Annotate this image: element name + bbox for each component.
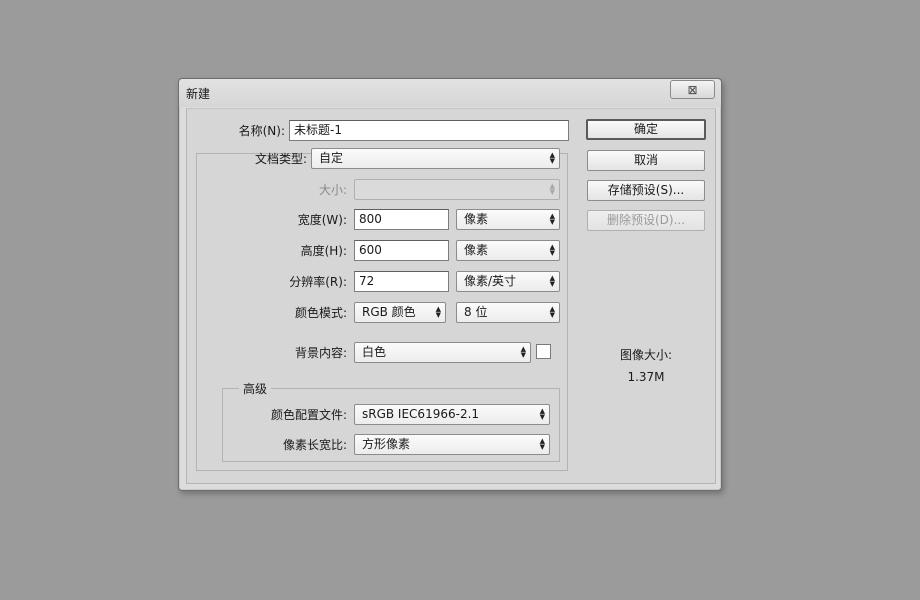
color-mode-label: 颜色模式: <box>294 306 347 320</box>
dialog-title: 新建 <box>186 87 211 101</box>
height-input[interactable]: 600 <box>354 240 449 261</box>
select-arrows-icon: ▲ ▼ <box>549 182 555 196</box>
pixel-aspect-select[interactable]: 方形像素 ▲ ▼ <box>354 434 550 455</box>
bit-depth-select[interactable]: 8 位 ▲ ▼ <box>456 302 560 323</box>
doc-type-label: 文档类型: <box>254 152 307 166</box>
delete-preset-button[interactable]: 删除预设(D)... <box>587 210 705 231</box>
doc-type-value: 自定 <box>319 151 344 165</box>
doc-type-select[interactable]: 自定 ▲ ▼ <box>311 148 560 169</box>
background-select[interactable]: 白色 ▲ ▼ <box>354 342 531 363</box>
color-mode-value: RGB 颜色 <box>362 305 416 319</box>
select-arrows-icon: ▲ ▼ <box>539 437 545 451</box>
select-arrows-icon: ▲ ▼ <box>549 274 555 288</box>
dialog-content: 名称(N): 未标题-1 文档类型: 自定 ▲ ▼ 大小: ▲ ▼ 宽度(W): 8… <box>186 108 716 484</box>
select-arrows-icon: ▲ ▼ <box>549 243 555 257</box>
width-label: 宽度(W): <box>297 213 347 227</box>
select-arrows-icon: ▲ ▼ <box>549 151 555 165</box>
cancel-button[interactable]: 取消 <box>587 150 705 171</box>
background-color-swatch[interactable] <box>536 344 551 359</box>
new-document-dialog: 新建 ⊠ 名称(N): 未标题-1 文档类型: 自定 ▲ ▼ 大小: ▲ ▼ 宽度(… <box>178 78 722 491</box>
select-arrows-icon: ▲ ▼ <box>549 212 555 226</box>
size-select[interactable]: ▲ ▼ <box>354 179 560 200</box>
pixel-aspect-value: 方形像素 <box>362 437 411 451</box>
color-profile-label: 颜色配置文件: <box>270 408 347 422</box>
close-icon: ⊠ <box>687 82 698 97</box>
name-label: 名称(N): <box>238 124 285 138</box>
height-unit-value: 像素 <box>464 243 489 257</box>
ok-button[interactable]: 确定 <box>586 119 706 140</box>
dialog-titlebar[interactable]: 新建 ⊠ <box>179 79 721 107</box>
resolution-unit-select[interactable]: 像素/英寸 ▲ ▼ <box>456 271 560 292</box>
image-size-label: 图像大小: <box>619 348 673 362</box>
name-input[interactable]: 未标题-1 <box>289 120 569 141</box>
bit-depth-value: 8 位 <box>464 305 488 319</box>
select-arrows-icon: ▲ ▼ <box>520 345 526 359</box>
close-button[interactable]: ⊠ <box>670 80 715 99</box>
width-unit-select[interactable]: 像素 ▲ ▼ <box>456 209 560 230</box>
size-label: 大小: <box>318 183 347 197</box>
advanced-group-title: 高级 <box>239 380 272 397</box>
background-label: 背景内容: <box>294 346 347 360</box>
select-arrows-icon: ▲ ▼ <box>435 305 441 319</box>
width-unit-value: 像素 <box>464 212 489 226</box>
select-arrows-icon: ▲ ▼ <box>539 407 545 421</box>
height-unit-select[interactable]: 像素 ▲ ▼ <box>456 240 560 261</box>
width-input[interactable]: 800 <box>354 209 449 230</box>
color-mode-select[interactable]: RGB 颜色 ▲ ▼ <box>354 302 446 323</box>
resolution-input[interactable]: 72 <box>354 271 449 292</box>
select-arrows-icon: ▲ ▼ <box>549 305 555 319</box>
image-size-value: 1.37M <box>627 370 665 384</box>
save-preset-button[interactable]: 存储预设(S)... <box>587 180 705 201</box>
background-value: 白色 <box>362 345 387 359</box>
resolution-unit-value: 像素/英寸 <box>464 274 517 288</box>
color-profile-select[interactable]: sRGB IEC61966-2.1 ▲ ▼ <box>354 404 550 425</box>
height-label: 高度(H): <box>300 244 347 258</box>
pixel-aspect-label: 像素长宽比: <box>282 438 347 452</box>
resolution-label: 分辨率(R): <box>289 275 347 289</box>
color-profile-value: sRGB IEC61966-2.1 <box>362 407 480 421</box>
